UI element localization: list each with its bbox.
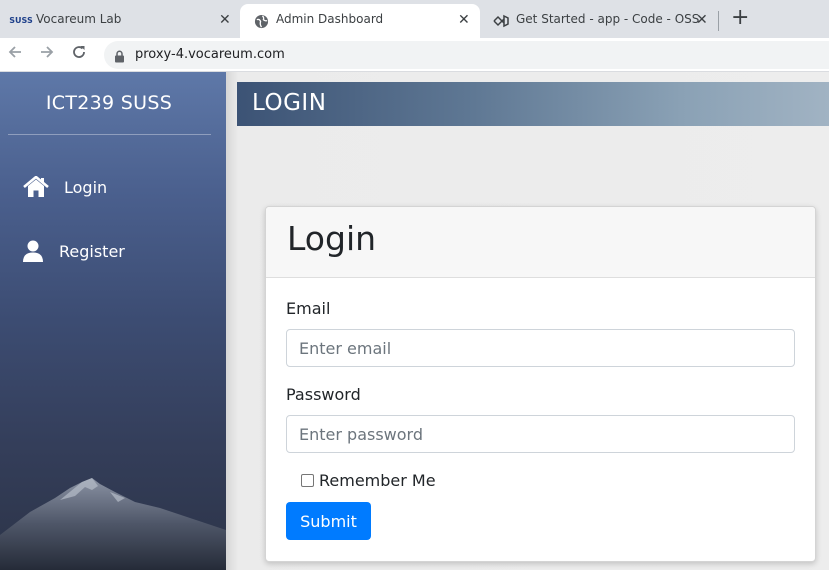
home-icon	[22, 175, 50, 199]
main-content: LOGIN Login Email Password Remember Me S…	[226, 72, 829, 570]
page-banner: LOGIN	[237, 82, 829, 126]
suss-favicon-icon: SUSS	[9, 12, 33, 30]
forward-button[interactable]	[37, 44, 57, 64]
tab-title: Get Started - app - Code - OSS	[516, 12, 700, 26]
browser-tab-strip: SUSS Vocareum Lab ✕ Admin Dashboard ✕ Ge…	[0, 0, 829, 38]
sidebar: ICT239 SUSS Login Register	[0, 72, 226, 570]
tab-separator	[718, 11, 719, 31]
close-icon[interactable]: ✕	[458, 11, 470, 29]
sidebar-divider	[8, 134, 211, 135]
user-icon	[22, 239, 44, 263]
globe-icon	[252, 12, 270, 30]
address-toolbar: proxy-4.vocareum.com	[0, 38, 829, 72]
arrow-right-icon	[41, 46, 54, 58]
remember-me-checkbox[interactable]	[301, 474, 314, 487]
new-tab-button[interactable]: +	[731, 7, 749, 29]
sidebar-brand: ICT239 SUSS	[45, 92, 173, 114]
tab-title: Vocareum Lab	[36, 12, 122, 26]
tab-code-oss[interactable]: Get Started - app - Code - OSS ✕	[480, 4, 716, 38]
close-icon[interactable]: ✕	[696, 11, 708, 29]
card-title: Login	[287, 219, 377, 258]
reload-icon	[73, 46, 85, 58]
remember-me-label[interactable]: Remember Me	[319, 471, 436, 490]
favicon-text: SUSS	[9, 16, 33, 25]
arrow-left-icon	[8, 46, 21, 58]
address-bar[interactable]: proxy-4.vocareum.com	[104, 41, 829, 69]
password-field[interactable]	[286, 415, 795, 453]
remember-me-row: Remember Me	[301, 471, 436, 490]
mountain-background	[0, 478, 226, 570]
sidebar-item-register[interactable]: Register	[22, 236, 125, 266]
vscode-icon	[492, 12, 510, 30]
password-label: Password	[286, 385, 361, 404]
login-card: Login Email Password Remember Me Submit	[265, 206, 816, 562]
email-label: Email	[286, 299, 331, 318]
submit-button[interactable]: Submit	[286, 502, 371, 540]
email-field[interactable]	[286, 329, 795, 367]
back-button[interactable]	[5, 44, 25, 64]
tab-title: Admin Dashboard	[276, 12, 384, 26]
close-icon[interactable]: ✕	[219, 11, 231, 29]
sidebar-item-label: Register	[59, 241, 125, 261]
sidebar-item-login[interactable]: Login	[22, 172, 107, 202]
url-text: proxy-4.vocareum.com	[135, 47, 285, 62]
lock-icon	[114, 48, 125, 67]
page-title: LOGIN	[252, 90, 327, 116]
card-header: Login	[266, 207, 815, 278]
reload-button[interactable]	[69, 44, 89, 64]
sidebar-item-label: Login	[64, 177, 108, 197]
tab-admin-dashboard[interactable]: Admin Dashboard ✕	[240, 4, 480, 38]
tab-vocareum-lab[interactable]: SUSS Vocareum Lab ✕	[0, 4, 240, 38]
